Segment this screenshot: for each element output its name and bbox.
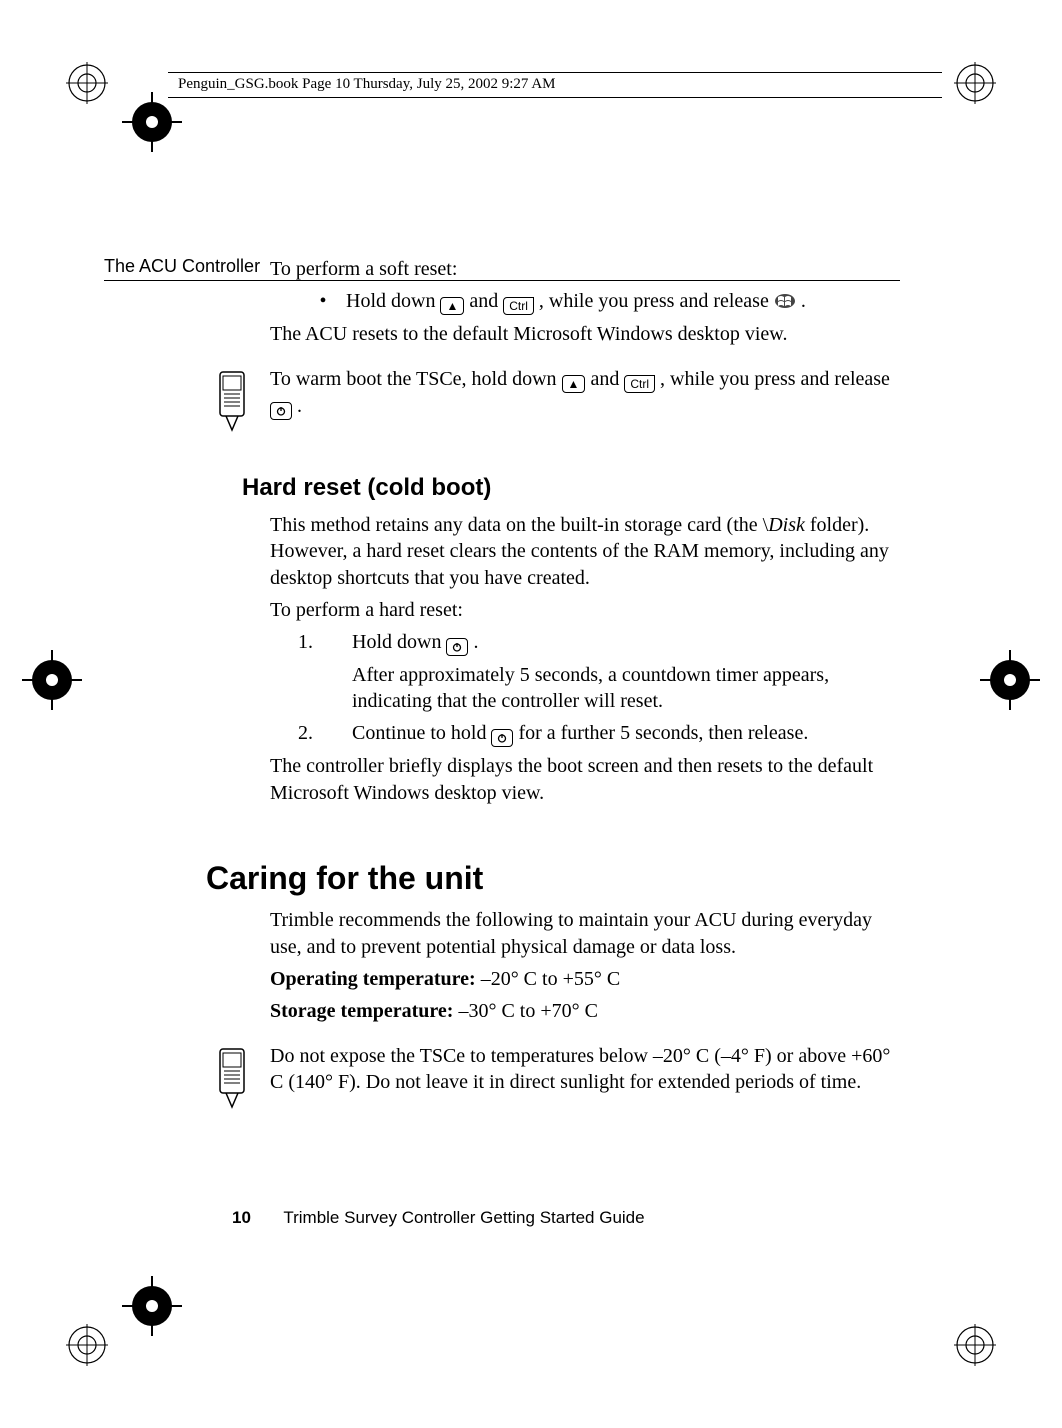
crop-mark-icon: [122, 1276, 182, 1336]
text: .: [297, 395, 302, 417]
text: Do not expose the TSCe to temperatures b…: [270, 1045, 890, 1093]
hard-reset-p2: To perform a hard reset:: [270, 597, 900, 623]
list-number: 2.: [298, 720, 322, 747]
list-item-sub: After approximately 5 seconds, a countdo…: [352, 662, 900, 714]
ctrl-key-icon: Ctrl: [503, 297, 534, 315]
soft-reset-bullet: • Hold down ▲ and Ctrl , while you press…: [318, 288, 900, 315]
ctrl-key-icon: Ctrl: [624, 375, 655, 393]
crop-mark-icon: [22, 650, 82, 710]
text: To warm boot the TSCe, hold down: [270, 368, 562, 390]
footer-title: Trimble Survey Controller Getting Starte…: [283, 1208, 644, 1227]
crop-mark-icon: [980, 650, 1040, 710]
registration-mark-icon: [66, 62, 108, 104]
text: .: [801, 290, 806, 312]
hard-reset-p3: The controller briefly displays the boot…: [270, 753, 900, 806]
text: .: [473, 631, 478, 653]
text: Continue to hold: [352, 722, 491, 744]
list-item: 1. Hold down .: [298, 629, 900, 656]
book-meta-text: Penguin_GSG.book Page 10 Thursday, July …: [178, 76, 556, 93]
tsce-warm-boot-note: To warm boot the TSCe, hold down ▲ and C…: [270, 366, 900, 420]
storage-temp: Storage temperature: –30° C to +70° C: [270, 998, 900, 1024]
book-meta-header: Penguin_GSG.book Page 10 Thursday, July …: [168, 72, 942, 100]
power-key-icon: [270, 402, 292, 420]
list-item: 2. Continue to hold for a further 5 seco…: [298, 720, 900, 747]
crop-mark-icon: [122, 92, 182, 152]
text: , while you press and release: [539, 290, 774, 312]
bullet-icon: •: [318, 288, 328, 315]
hard-reset-heading: Hard reset (cold boot): [242, 474, 900, 502]
registration-mark-icon: [954, 1324, 996, 1366]
operating-temp-value: –20° C to +55° C: [476, 968, 621, 990]
windows-key-icon: [774, 290, 796, 306]
power-key-icon: [446, 638, 468, 656]
text: and: [469, 290, 503, 312]
soft-reset-intro: To perform a soft reset:: [270, 256, 900, 282]
caring-heading: Caring for the unit: [206, 860, 900, 897]
tsce-temp-note: Do not expose the TSCe to temperatures b…: [270, 1043, 900, 1096]
text: Hold down: [346, 290, 440, 312]
storage-temp-value: –30° C to +70° C: [453, 1000, 598, 1022]
registration-mark-icon: [66, 1324, 108, 1366]
running-head: The ACU Controller: [104, 256, 260, 277]
shift-key-icon: ▲: [562, 375, 586, 393]
page-number: 10: [232, 1208, 251, 1227]
page-body: To perform a soft reset: • Hold down ▲ a…: [270, 256, 900, 1101]
operating-temp: Operating temperature: –20° C to +55° C: [270, 966, 900, 992]
text: for a further 5 seconds, then release.: [518, 722, 808, 744]
registration-mark-icon: [954, 62, 996, 104]
storage-temp-label: Storage temperature:: [270, 1000, 453, 1022]
operating-temp-label: Operating temperature:: [270, 968, 476, 990]
soft-reset-result: The ACU resets to the default Microsoft …: [270, 321, 900, 347]
shift-key-icon: ▲: [440, 297, 464, 315]
handheld-device-icon: [214, 368, 252, 432]
text: Hold down: [352, 631, 446, 653]
disk-folder-name: Disk: [768, 514, 805, 536]
power-key-icon: [491, 729, 513, 747]
hard-reset-p1: This method retains any data on the buil…: [270, 512, 900, 591]
page-footer: 10 Trimble Survey Controller Getting Sta…: [232, 1208, 645, 1228]
text: and: [590, 368, 624, 390]
caring-p1: Trimble recommends the following to main…: [270, 907, 900, 960]
list-number: 1.: [298, 629, 322, 656]
handheld-device-icon: [214, 1045, 252, 1109]
text: This method retains any data on the buil…: [270, 514, 768, 536]
text: , while you press and release: [660, 368, 890, 390]
